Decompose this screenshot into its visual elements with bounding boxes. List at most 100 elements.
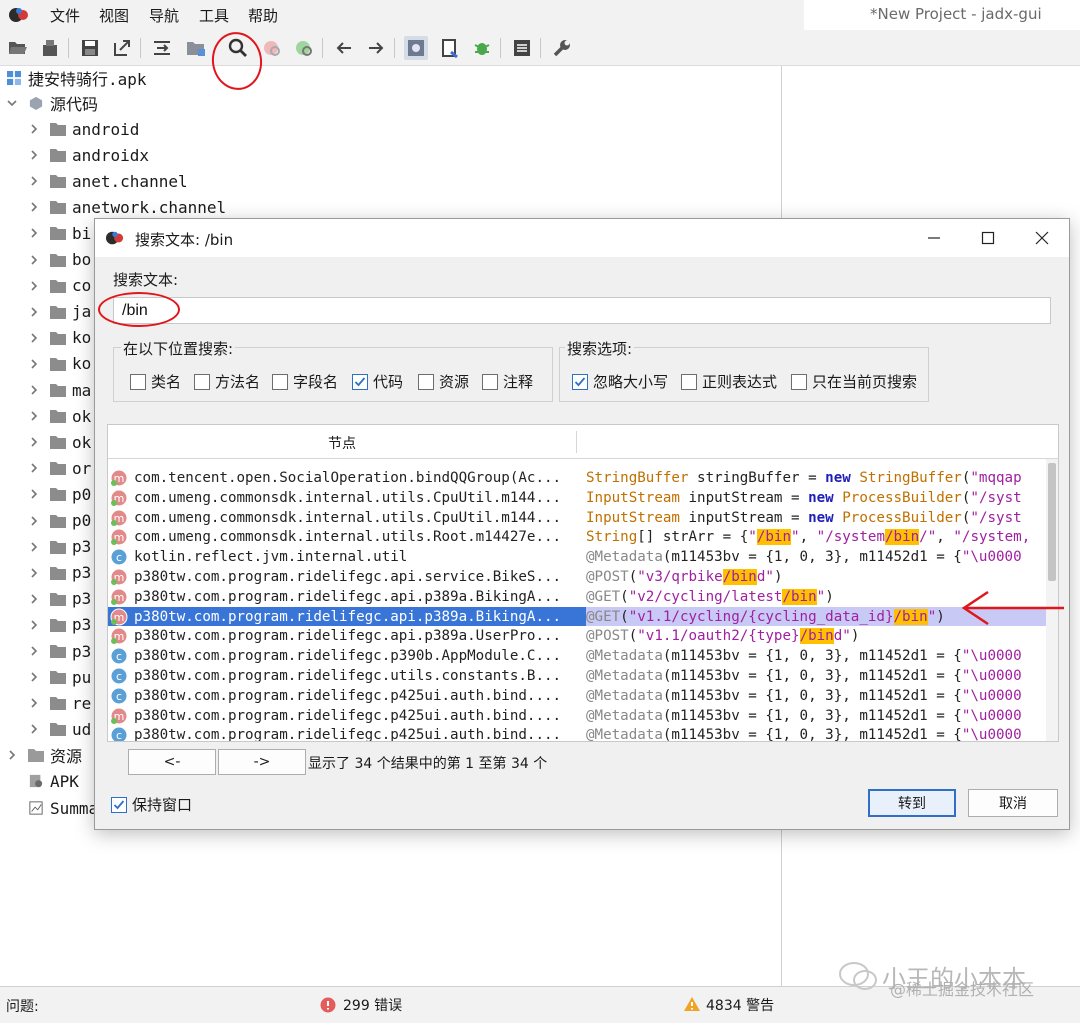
chevron-right-icon[interactable] — [28, 332, 40, 344]
debug-bug-icon[interactable] — [470, 36, 494, 60]
usage-search-icon[interactable] — [292, 36, 316, 60]
menu-help[interactable]: 帮助 — [248, 5, 278, 26]
cancel-button[interactable]: 取消 — [968, 789, 1058, 817]
result-row[interactable]: m com.tencent.open.SocialOperation.bindQQ… — [108, 468, 1046, 488]
result-row[interactable]: m p380tw.com.program.ridelifegc.p425ui.au… — [108, 706, 1046, 726]
minimize-button[interactable] — [919, 225, 949, 251]
warning-count[interactable]: 4834 警告 — [706, 995, 774, 1015]
result-row[interactable]: c p380tw.com.program.ridelifegc.p390b.App… — [108, 646, 1046, 666]
save-icon[interactable] — [78, 36, 102, 60]
chevron-right-icon[interactable] — [28, 123, 40, 135]
chevron-right-icon[interactable] — [28, 384, 40, 396]
add-files-icon[interactable] — [38, 36, 62, 60]
tree-package[interactable]: p3 — [28, 639, 91, 663]
chevron-right-icon[interactable] — [28, 306, 40, 318]
search-input[interactable] — [113, 297, 1051, 324]
back-arrow-icon[interactable] — [332, 36, 356, 60]
tree-package[interactable]: co — [28, 274, 91, 298]
tree-package[interactable]: p3 — [28, 561, 91, 585]
chevron-right-icon[interactable] — [28, 254, 40, 266]
menu-navigation[interactable]: 导航 — [149, 5, 179, 26]
result-row[interactable]: c kotlin.reflect.jvm.internal.util @Metada… — [108, 547, 1046, 567]
chevron-right-icon[interactable] — [28, 567, 40, 579]
result-row[interactable]: m p380tw.com.program.ridelifegc.api.p389a… — [108, 626, 1046, 646]
chevron-right-icon[interactable] — [28, 149, 40, 161]
tree-package[interactable]: ja — [28, 300, 91, 324]
chevron-right-icon[interactable] — [28, 671, 40, 683]
chevron-right-icon[interactable] — [28, 201, 40, 213]
result-row[interactable]: m p380tw.com.program.ridelifegc.api.p389a… — [108, 587, 1046, 607]
result-row[interactable]: m com.umeng.commonsdk.internal.utils.Root… — [108, 527, 1046, 547]
tree-source-code[interactable]: 源代码 — [6, 91, 98, 115]
checkbox-option[interactable]: 忽略大小写 — [572, 371, 668, 392]
tree-package[interactable]: android — [28, 117, 139, 141]
menu-file[interactable]: 文件 — [50, 5, 80, 26]
forward-arrow-icon[interactable] — [364, 36, 388, 60]
result-row[interactable]: m com.umeng.commonsdk.internal.utils.CpuU… — [108, 488, 1046, 508]
menu-tools[interactable]: 工具 — [199, 5, 229, 26]
sync-tree-icon[interactable] — [150, 36, 174, 60]
chevron-right-icon[interactable] — [28, 619, 40, 631]
goto-button[interactable]: 转到 — [868, 789, 956, 817]
chevron-right-icon[interactable] — [28, 227, 40, 239]
chevron-right-icon[interactable] — [28, 723, 40, 735]
tree-package[interactable]: re — [28, 691, 91, 715]
keep-window-checkbox[interactable]: 保持窗口 — [111, 794, 192, 815]
preferences-wrench-icon[interactable] — [550, 36, 574, 60]
tree-package[interactable]: bo — [28, 248, 91, 272]
chevron-right-icon[interactable] — [28, 358, 40, 370]
tree-package[interactable]: ko — [28, 326, 91, 350]
checkbox-search-in[interactable]: 代码 — [352, 371, 403, 392]
deobfuscation-icon[interactable] — [404, 36, 428, 60]
tree-package[interactable]: anetwork.channel — [28, 195, 226, 219]
chevron-right-icon[interactable] — [28, 175, 40, 187]
chevron-right-icon[interactable] — [28, 410, 40, 422]
error-count[interactable]: 299 错误 — [343, 995, 402, 1015]
result-row[interactable]: c p380tw.com.program.ridelifegc.utils.con… — [108, 666, 1046, 686]
tree-package[interactable]: ma — [28, 378, 91, 402]
result-row[interactable]: m p380tw.com.program.ridelifegc.api.servi… — [108, 567, 1046, 587]
tree-package[interactable]: pu — [28, 665, 91, 689]
chevron-right-icon[interactable] — [28, 515, 40, 527]
chevron-right-icon[interactable] — [28, 593, 40, 605]
chevron-right-icon[interactable] — [28, 436, 40, 448]
log-viewer-icon[interactable] — [510, 36, 534, 60]
checkbox-search-in[interactable]: 方法名 — [194, 371, 260, 392]
maximize-button[interactable] — [973, 225, 1003, 251]
tree-package[interactable]: ud — [28, 717, 91, 741]
tree-package[interactable]: or — [28, 456, 91, 480]
chevron-right-icon[interactable] — [28, 541, 40, 553]
result-row[interactable]: c p380tw.com.program.ridelifegc.p425ui.au… — [108, 686, 1046, 706]
class-search-icon[interactable] — [260, 36, 284, 60]
tree-root-apk[interactable]: 捷安特骑行.apk — [6, 66, 147, 90]
column-node[interactable]: 节点 — [108, 433, 576, 453]
chevron-down-icon[interactable] — [6, 97, 18, 109]
scrollbar-thumb[interactable] — [1048, 463, 1056, 581]
prev-page-button[interactable]: <- — [128, 749, 216, 775]
checkbox-search-in[interactable]: 字段名 — [272, 371, 338, 392]
tree-package[interactable]: ok — [28, 430, 91, 454]
close-button[interactable] — [1027, 225, 1057, 251]
chevron-right-icon[interactable] — [28, 645, 40, 657]
tree-package[interactable]: androidx — [28, 143, 149, 167]
chevron-right-icon[interactable] — [28, 462, 40, 474]
chevron-right-icon[interactable] — [28, 488, 40, 500]
tree-summary[interactable]: Summa — [28, 796, 98, 820]
flatten-packages-icon[interactable] — [184, 36, 208, 60]
result-row[interactable]: m com.umeng.commonsdk.internal.utils.CpuU… — [108, 508, 1046, 528]
result-row[interactable]: m p380tw.com.program.ridelifegc.api.p389a… — [108, 606, 1046, 627]
tree-package[interactable]: p0 — [28, 509, 91, 533]
chevron-right-icon[interactable] — [28, 697, 40, 709]
checkbox-search-in[interactable]: 资源 — [418, 371, 469, 392]
checkbox-option[interactable]: 只在当前页搜索 — [791, 371, 917, 392]
tree-package[interactable]: p3 — [28, 587, 91, 611]
checkbox-search-in[interactable]: 注释 — [482, 371, 533, 392]
tree-package[interactable]: p0 — [28, 482, 91, 506]
open-file-icon[interactable] — [6, 36, 30, 60]
next-page-button[interactable]: -> — [218, 749, 306, 775]
result-row[interactable]: c p380tw.com.program.ridelifegc.p425ui.au… — [108, 725, 1046, 741]
tree-package[interactable]: bi — [28, 221, 91, 245]
tree-resources[interactable]: 资源 — [6, 743, 82, 767]
tree-apk-signature[interactable]: APK — [28, 769, 79, 793]
quick-open-icon[interactable] — [438, 36, 462, 60]
